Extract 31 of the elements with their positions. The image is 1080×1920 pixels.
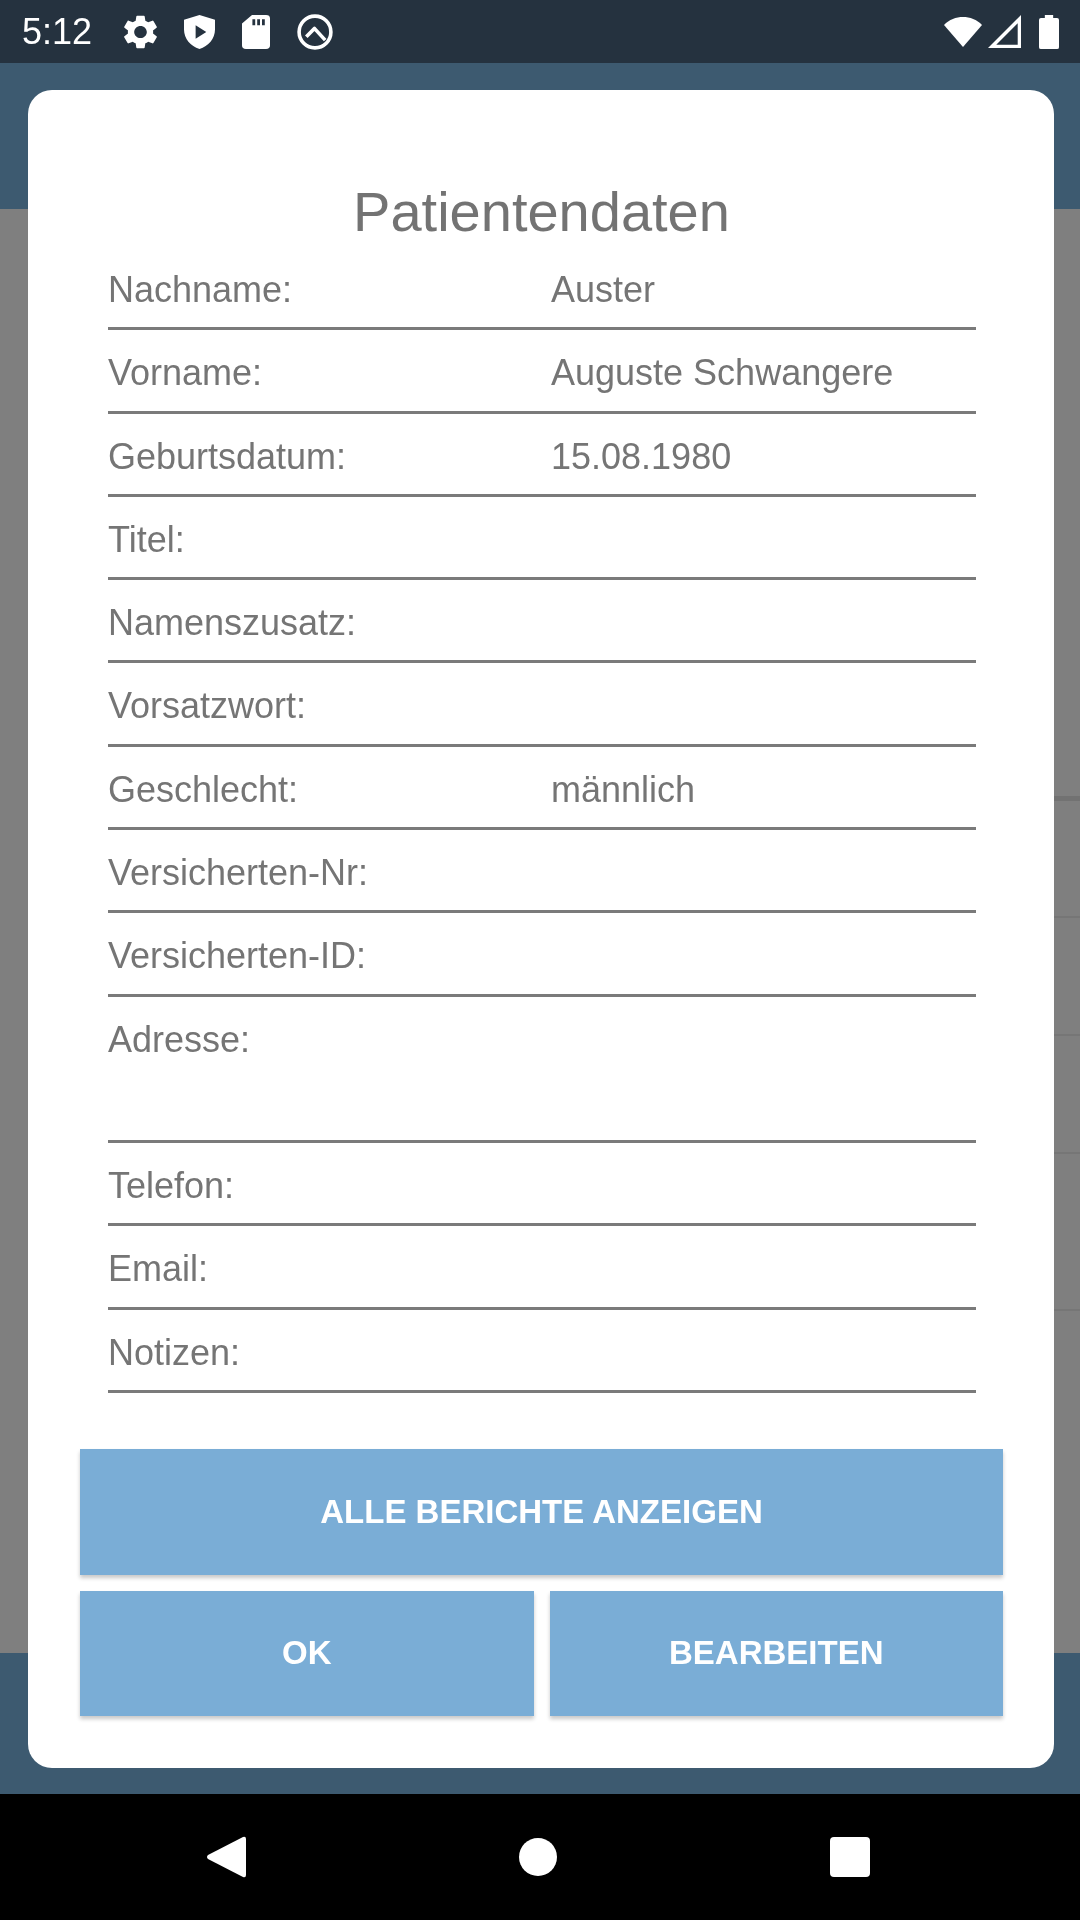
field-label: Versicherten-Nr: — [108, 851, 369, 896]
home-icon[interactable] — [519, 1838, 557, 1876]
field-value: Auster — [551, 268, 656, 312]
signal-icon — [988, 15, 1021, 48]
wifi-icon — [944, 16, 982, 47]
dialog-title: Patientendaten — [353, 179, 730, 245]
field-value: Auguste Schwangere — [551, 351, 894, 396]
shield-play-icon — [184, 14, 216, 49]
dialog-button[interactable]: ALLE BERICHTE ANZEIGEN — [80, 1448, 1003, 1575]
field-label: Notizen: — [108, 1330, 241, 1375]
field-value: männlich — [551, 767, 696, 812]
status-time: 5:12 — [22, 11, 93, 52]
dialog-button[interactable]: OK — [80, 1590, 534, 1716]
sd-card-icon — [242, 14, 271, 49]
ring-chevron-icon — [297, 13, 334, 50]
battery-icon — [1039, 14, 1059, 49]
field-label: Titel: — [108, 517, 185, 562]
field-label: Nachname: — [108, 268, 293, 312]
back-icon[interactable] — [206, 1836, 246, 1878]
field-label: Vorname: — [108, 351, 263, 396]
field-label: Telefon: — [108, 1163, 235, 1208]
field-label: Email: — [108, 1247, 209, 1292]
settings-icon — [124, 14, 158, 49]
field-label: Geschlecht: — [108, 767, 299, 812]
field-value: 15.08.1980 — [551, 434, 732, 479]
dialog-button[interactable]: BEARBEITEN — [549, 1590, 1003, 1716]
field-label: Namenszusatz: — [108, 601, 357, 646]
field-label: Adresse: — [108, 1017, 251, 1062]
field-label: Versicherten-ID: — [108, 934, 367, 979]
field-label: Geburtsdatum: — [108, 434, 347, 479]
field-label: Vorsatzwort: — [108, 684, 307, 729]
